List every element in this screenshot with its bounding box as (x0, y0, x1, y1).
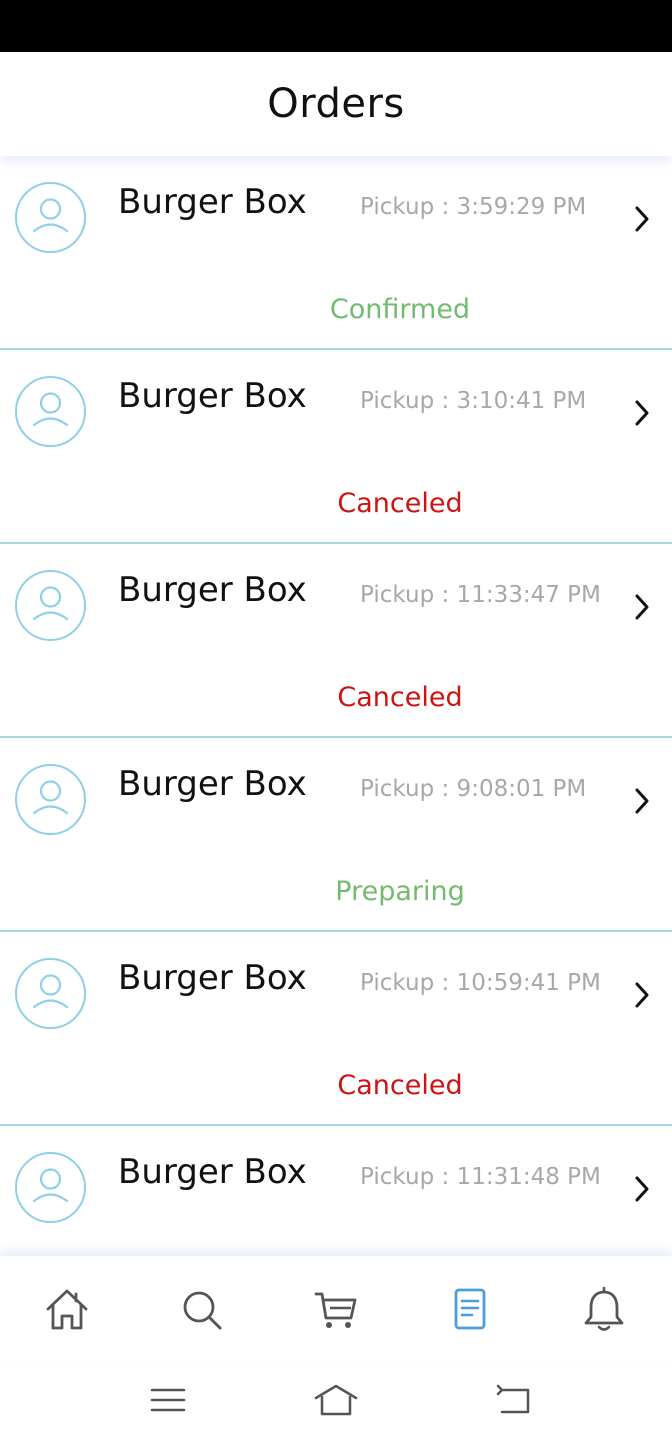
home-outline-icon[interactable] (312, 1382, 360, 1418)
avatar-icon (15, 958, 86, 1029)
order-status: Canceled (337, 682, 463, 713)
pickup-time: Pickup : 3:59:29 PM (360, 194, 587, 220)
pickup-time: Pickup : 10:59:41 PM (360, 970, 601, 996)
system-nav-bar (0, 1360, 672, 1440)
chevron-right-icon[interactable] (630, 980, 654, 1010)
pickup-time: Pickup : 11:33:47 PM (360, 582, 601, 608)
pickup-time: Pickup : 9:08:01 PM (360, 776, 587, 802)
back-icon[interactable] (490, 1382, 538, 1418)
pickup-time: Pickup : 3:10:41 PM (360, 388, 587, 414)
orders-icon[interactable] (446, 1286, 494, 1334)
avatar-icon (15, 764, 86, 835)
order-status: Preparing (335, 876, 465, 907)
order-row[interactable]: Burger Box Pickup : 11:31:48 PM (0, 1126, 672, 1256)
restaurant-name: Burger Box (118, 958, 307, 998)
order-status: Confirmed (329, 294, 471, 325)
chevron-right-icon[interactable] (630, 1174, 654, 1204)
bell-icon[interactable] (580, 1286, 628, 1334)
search-icon[interactable] (178, 1286, 226, 1334)
order-row[interactable]: Burger Box Pickup : 10:59:41 PM Canceled (0, 932, 672, 1126)
restaurant-name: Burger Box (118, 570, 307, 610)
order-row[interactable]: Burger Box Pickup : 3:10:41 PM Canceled (0, 350, 672, 544)
restaurant-name: Burger Box (118, 182, 307, 222)
avatar-icon (15, 1152, 86, 1223)
restaurant-name: Burger Box (118, 764, 307, 804)
order-row[interactable]: Burger Box Pickup : 3:59:29 PM Confirmed (0, 156, 672, 350)
restaurant-name: Burger Box (118, 1152, 307, 1192)
restaurant-name: Burger Box (118, 376, 307, 416)
order-row[interactable]: Burger Box Pickup : 11:33:47 PM Canceled (0, 544, 672, 738)
chevron-right-icon[interactable] (630, 592, 654, 622)
chevron-right-icon[interactable] (630, 204, 654, 234)
avatar-icon (15, 570, 86, 641)
menu-icon[interactable] (144, 1382, 192, 1418)
order-row[interactable]: Burger Box Pickup : 9:08:01 PM Preparing (0, 738, 672, 932)
pickup-time: Pickup : 11:31:48 PM (360, 1164, 601, 1190)
order-status: Canceled (337, 1070, 463, 1101)
header: Orders (0, 52, 672, 156)
avatar-icon (15, 376, 86, 447)
bottom-tab-bar (0, 1256, 672, 1360)
cart-icon[interactable] (312, 1286, 360, 1334)
home-icon[interactable] (43, 1286, 91, 1334)
avatar-icon (15, 182, 86, 253)
status-bar (0, 0, 672, 52)
order-list: Burger Box Pickup : 3:59:29 PM Confirmed… (0, 156, 672, 1256)
chevron-right-icon[interactable] (630, 786, 654, 816)
order-status: Canceled (337, 488, 463, 519)
chevron-right-icon[interactable] (630, 398, 654, 428)
page-title: Orders (267, 81, 405, 127)
